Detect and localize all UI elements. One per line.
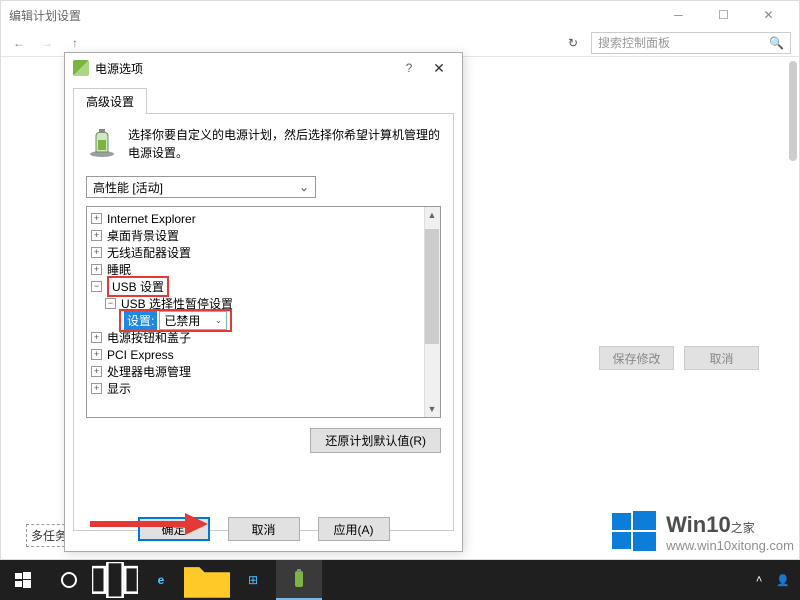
store-icon: ⊞: [248, 573, 258, 587]
highlight-usb: USB 设置: [107, 276, 169, 297]
tree-item-display[interactable]: +显示: [91, 380, 436, 397]
tray-chevron-icon[interactable]: ˄: [756, 574, 762, 586]
power-icon: [73, 60, 89, 76]
search-placeholder: 搜索控制面板: [598, 34, 670, 51]
back-icon[interactable]: ←: [9, 33, 29, 53]
tab-content: 选择你要自定义的电源计划，然后选择你希望计算机管理的电源设置。 高性能 [活动]…: [73, 113, 454, 531]
scroll-thumb[interactable]: [425, 229, 439, 344]
expand-icon[interactable]: +: [91, 264, 102, 275]
maximize-button[interactable]: ☐: [701, 1, 746, 29]
search-input[interactable]: 搜索控制面板 🔍: [591, 32, 791, 54]
chevron-down-icon: ⌄: [215, 315, 223, 326]
expand-icon[interactable]: +: [91, 383, 102, 394]
battery-icon: [291, 569, 307, 589]
task-view-button[interactable]: [92, 560, 138, 600]
cortana-icon: [61, 572, 77, 588]
setting-label: 设置:: [124, 311, 157, 330]
close-icon[interactable]: ✕: [424, 60, 454, 77]
edge-icon: e: [158, 573, 165, 587]
file-explorer-button[interactable]: [184, 560, 230, 600]
folder-icon: [184, 562, 230, 598]
annotation-arrow: [90, 507, 210, 541]
expand-icon[interactable]: +: [91, 230, 102, 241]
dialog-title: 电源选项: [95, 60, 394, 77]
collapse-icon[interactable]: −: [91, 281, 102, 292]
help-icon[interactable]: ?: [394, 61, 424, 75]
window-title: 编辑计划设置: [9, 7, 656, 24]
up-icon[interactable]: ↑: [65, 33, 85, 53]
dialog-description: 选择你要自定义的电源计划，然后选择你希望计算机管理的电源设置。: [128, 126, 441, 162]
people-icon[interactable]: 👤: [776, 574, 790, 587]
cancel-button[interactable]: 取消: [684, 346, 759, 370]
tree-item-power-button[interactable]: +电源按钮和盖子: [91, 329, 436, 346]
task-view-icon: [92, 562, 138, 598]
expand-icon[interactable]: +: [91, 213, 102, 224]
windows-logo-icon: [612, 509, 656, 556]
save-button[interactable]: 保存修改: [599, 346, 674, 370]
expand-icon[interactable]: +: [91, 332, 102, 343]
restore-defaults-button[interactable]: 还原计划默认值(R): [310, 428, 441, 453]
cancel-button[interactable]: 取消: [228, 517, 300, 541]
expand-icon[interactable]: +: [91, 247, 102, 258]
forward-icon: →: [37, 33, 57, 53]
tree-item-usb[interactable]: −USB 设置: [91, 278, 436, 295]
power-options-dialog: 电源选项 ? ✕ 高级设置 选择你要自定义的电源计划，然后选择你希望计算机管理的…: [64, 52, 463, 552]
tree-item-pci[interactable]: +PCI Express: [91, 346, 436, 363]
scrollbar[interactable]: [789, 61, 797, 161]
plan-select[interactable]: 高性能 [活动] ⌄: [86, 176, 316, 198]
edge-button[interactable]: e: [138, 560, 184, 600]
taskbar: e ⊞ ˄ 👤: [0, 560, 800, 600]
window-titlebar: 编辑计划设置 ─ ☐ ✕: [1, 1, 799, 29]
watermark: Win10之家 www.win10xitong.com: [612, 509, 794, 556]
tab-advanced[interactable]: 高级设置: [73, 88, 147, 114]
tree-item-ie[interactable]: +Internet Explorer: [91, 210, 436, 227]
dialog-titlebar: 电源选项 ? ✕: [65, 53, 462, 83]
chevron-down-icon: ⌄: [299, 180, 309, 194]
scroll-down-icon[interactable]: ▼: [424, 401, 440, 417]
tree-scrollbar[interactable]: ▲ ▼: [424, 207, 440, 417]
tree-item-cpu[interactable]: +处理器电源管理: [91, 363, 436, 380]
plan-selected: 高性能 [活动]: [93, 179, 163, 196]
minimize-button[interactable]: ─: [656, 1, 701, 29]
search-icon: 🔍: [769, 36, 784, 50]
store-button[interactable]: ⊞: [230, 560, 276, 600]
tree-item-desktop[interactable]: +桌面背景设置: [91, 227, 436, 244]
tree-item-setting[interactable]: 设置: 已禁用⌄: [119, 312, 436, 329]
settings-tree: +Internet Explorer +桌面背景设置 +无线适配器设置 +睡眠 …: [86, 206, 441, 418]
system-tray: ˄ 👤: [756, 574, 800, 587]
scroll-up-icon[interactable]: ▲: [424, 207, 440, 223]
cortana-button[interactable]: [46, 560, 92, 600]
tree-item-wireless[interactable]: +无线适配器设置: [91, 244, 436, 261]
taskbar-app-power[interactable]: [276, 560, 322, 600]
expand-icon[interactable]: +: [91, 366, 102, 377]
apply-button[interactable]: 应用(A): [318, 517, 390, 541]
battery-icon: [86, 126, 118, 158]
expand-icon[interactable]: +: [91, 349, 102, 360]
setting-dropdown[interactable]: 已禁用⌄: [159, 311, 227, 330]
close-button[interactable]: ✕: [746, 1, 791, 29]
collapse-icon[interactable]: −: [105, 298, 116, 309]
refresh-icon[interactable]: ↻: [563, 36, 583, 50]
start-button[interactable]: [0, 560, 46, 600]
